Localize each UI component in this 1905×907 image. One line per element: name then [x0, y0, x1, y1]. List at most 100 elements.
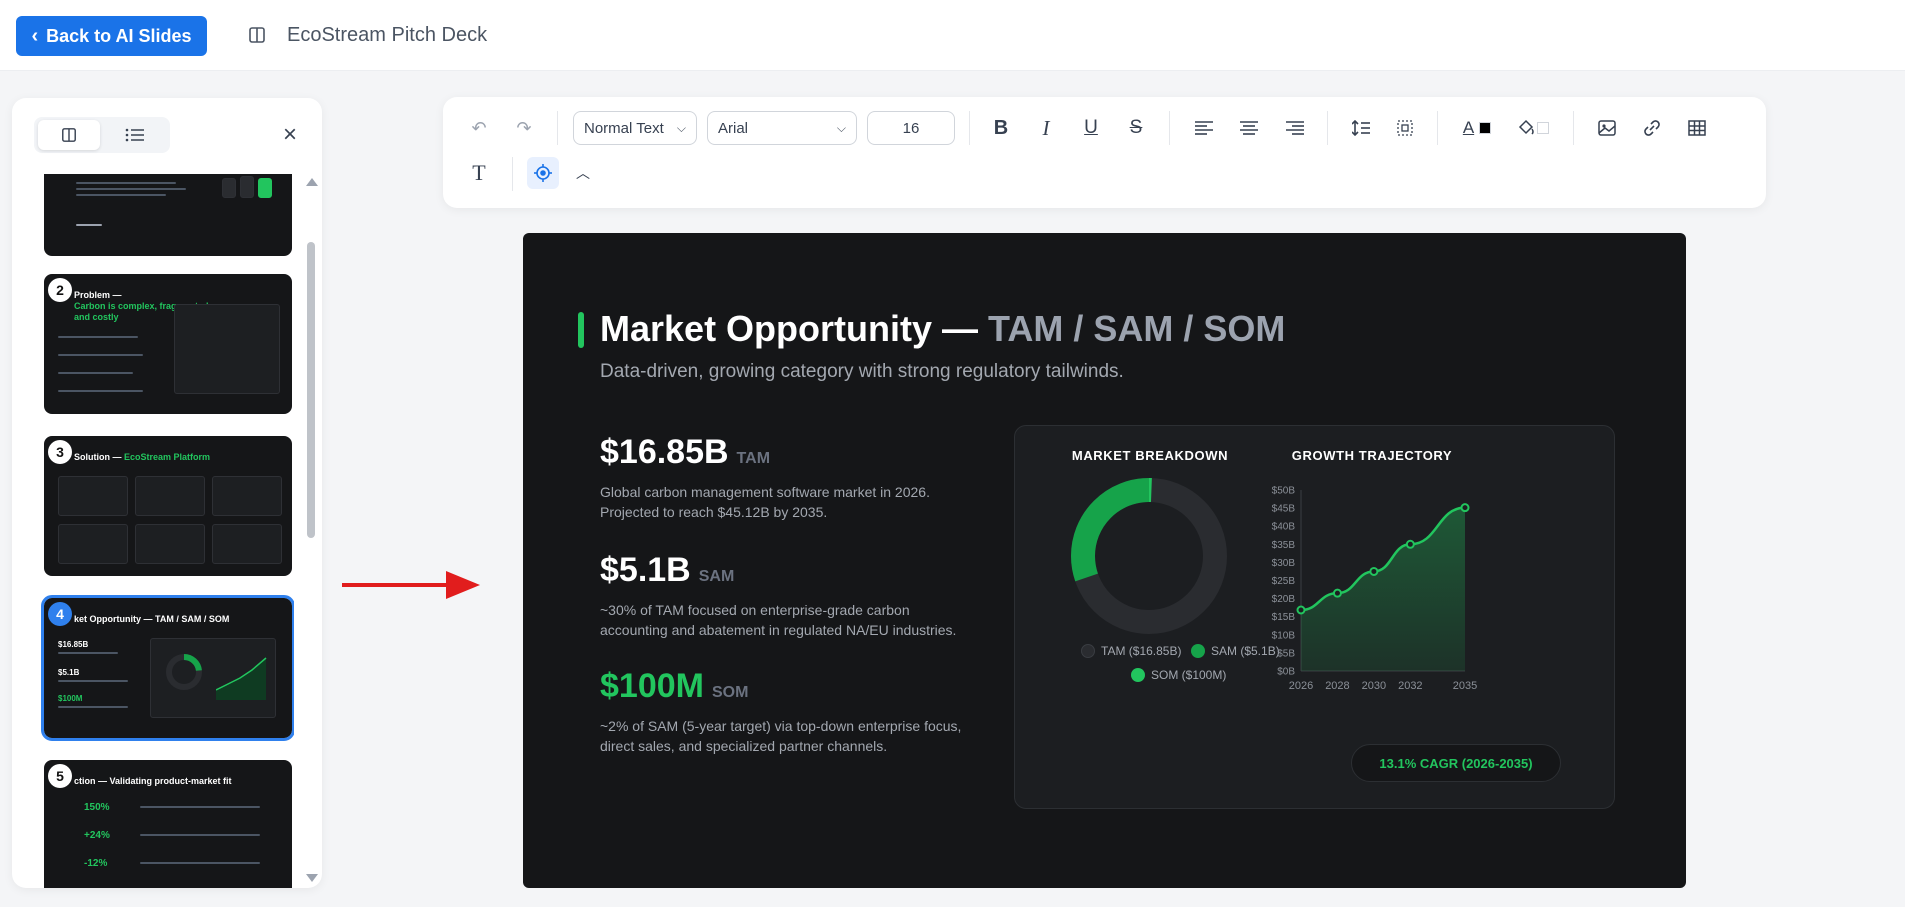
thumb-card [135, 476, 205, 516]
metric-tam[interactable]: $16.85B TAM Global carbon management soft… [600, 433, 980, 523]
slide-thumbnail-1[interactable] [44, 174, 292, 256]
formatting-toolbar: ↶ ↷ Normal Text ⌵ Arial ⌵ 16 B I U S A T… [443, 97, 1766, 208]
insert-link-icon[interactable] [1638, 114, 1666, 142]
growth-data-point [1332, 588, 1342, 598]
growth-area-fill [1301, 507, 1465, 671]
toolbar-divider [1169, 111, 1170, 145]
font-family-select[interactable]: Arial ⌵ [707, 111, 857, 145]
y-tick-label: $45B [1272, 504, 1296, 515]
y-tick-label: $0B [1277, 667, 1295, 678]
scroll-down-icon[interactable] [306, 874, 318, 882]
metric-description: Global carbon management software market… [600, 484, 930, 521]
metric-sam[interactable]: $5.1B SAM ~30% of TAM focused on enterpri… [600, 551, 980, 641]
slide-title[interactable]: Market Opportunity — TAM / SAM / SOM [600, 308, 1285, 350]
slide-thumbnails: 2 Problem — Carbon is complex, fragmented… [32, 174, 294, 888]
slide-thumbnail-5[interactable]: 5 ction — Validating product-market fit … [44, 760, 292, 888]
thumb-card [58, 476, 128, 516]
document-title[interactable]: EcoStream Pitch Deck [287, 24, 487, 47]
text-style-select[interactable]: Normal Text ⌵ [573, 111, 697, 145]
growth-data-point [1460, 503, 1470, 513]
toolbar-divider [512, 157, 513, 191]
thumb-title: ction — Validating product-market fit [74, 776, 232, 786]
text-style-value: Normal Text [584, 119, 664, 137]
highlight-color-swatch [1537, 122, 1549, 134]
paint-bucket-icon [1518, 119, 1534, 135]
growth-data-point [1296, 605, 1306, 615]
align-right-icon[interactable] [1281, 114, 1309, 142]
scrollbar-thumb[interactable] [307, 242, 315, 538]
x-tick-label: 2026 [1289, 680, 1313, 692]
y-tick-label: $50B [1272, 486, 1296, 497]
bold-icon[interactable]: B [987, 114, 1015, 142]
outline-list-icon [125, 128, 144, 142]
x-tick-label: 2028 [1325, 680, 1349, 692]
thumb-bar [258, 178, 272, 198]
thumb-text-line [140, 806, 260, 808]
y-tick-label: $5B [1277, 648, 1295, 659]
metric-som[interactable]: $100M SOM ~2% of SAM (5-year target) via … [600, 667, 980, 757]
slides-view-button[interactable] [38, 120, 100, 150]
align-left-icon[interactable] [1190, 114, 1218, 142]
slide-thumbnail-2[interactable]: 2 Problem — Carbon is complex, fragmented… [44, 274, 292, 414]
padding-icon[interactable] [1391, 114, 1419, 142]
legend-tam: TAM ($16.85B) [1081, 644, 1181, 658]
highlight-color-button[interactable] [1513, 114, 1553, 142]
y-tick-label: $20B [1272, 594, 1296, 605]
thumb-card [212, 524, 282, 564]
slide-thumbnail-3[interactable]: 3 Solution — EcoStream Platform [44, 436, 292, 576]
font-family-value: Arial [718, 119, 749, 137]
thumb-metric: $16.85B [58, 640, 89, 649]
redo-icon[interactable]: ↷ [510, 114, 538, 142]
line-spacing-icon[interactable] [1347, 114, 1375, 142]
thumb-stat: -12% [84, 858, 108, 869]
chevron-left-icon: ‹ [31, 25, 39, 47]
legend-label: TAM ($16.85B) [1101, 644, 1182, 658]
back-button[interactable]: ‹ Back to AI Slides [16, 16, 207, 56]
slide-thumbnail-4[interactable]: 4 ket Opportunity — TAM / SAM / SOM $16.… [41, 595, 294, 741]
back-button-label: Back to AI Slides [46, 25, 192, 46]
thumb-text-line [58, 706, 128, 708]
font-size-input[interactable]: 16 [867, 111, 955, 145]
strikethrough-icon[interactable]: S [1122, 114, 1150, 142]
scroll-up-icon[interactable] [306, 178, 318, 186]
outline-view-button[interactable] [104, 120, 166, 150]
insert-table-icon[interactable] [1683, 114, 1711, 142]
toolbar-divider [1327, 111, 1328, 145]
metric-label: TAM [736, 450, 771, 467]
metric-description: ~30% of TAM focused on enterprise-grade … [600, 602, 957, 639]
collapse-toolbar-icon[interactable]: ︿ [569, 159, 597, 187]
text-box-icon[interactable]: T [465, 159, 493, 187]
chevron-down-icon: ⌵ [676, 120, 686, 135]
metric-label: SAM [698, 568, 735, 585]
market-breakdown-heading: MARKET BREAKDOWN [1071, 448, 1229, 463]
slide-canvas[interactable]: Market Opportunity — TAM / SAM / SOM Dat… [523, 233, 1686, 888]
thumb-metric: $100M [58, 694, 83, 703]
thumb-diagram [174, 304, 280, 394]
slide-subtitle[interactable]: Data-driven, growing category with stron… [600, 361, 1124, 383]
slide-number: 4 [48, 602, 72, 626]
y-tick-label: $30B [1272, 558, 1296, 569]
text-color-button[interactable]: A [1457, 114, 1497, 142]
metric-value: $100M [600, 667, 704, 705]
thumb-text-line [58, 336, 138, 338]
thumb-title: Solution — EcoStream Platform [74, 452, 211, 462]
sidebar-scrollbar[interactable] [304, 174, 318, 888]
legend-dot [1191, 644, 1205, 658]
text-color-swatch [1479, 122, 1492, 134]
close-sidebar-icon[interactable]: × [277, 121, 303, 148]
legend-dot [1131, 668, 1145, 682]
red-arrow-icon [342, 571, 480, 599]
metric-value: $16.85B [600, 433, 729, 471]
focus-target-icon[interactable] [527, 157, 559, 189]
undo-icon[interactable]: ↶ [465, 114, 493, 142]
chart-panel[interactable]: MARKET BREAKDOWN GROWTH TRAJECTORY TAM (… [1014, 425, 1615, 809]
font-size-value: 16 [902, 119, 920, 137]
thumb-bar [222, 178, 236, 198]
insert-image-icon[interactable] [1593, 114, 1621, 142]
growth-trajectory-heading: GROWTH TRAJECTORY [1291, 448, 1453, 463]
italic-icon[interactable]: I [1032, 114, 1060, 142]
underline-icon[interactable]: U [1077, 114, 1105, 142]
align-center-icon[interactable] [1235, 114, 1263, 142]
x-tick-label: 2030 [1362, 680, 1386, 692]
thumb-text-line [140, 862, 260, 864]
